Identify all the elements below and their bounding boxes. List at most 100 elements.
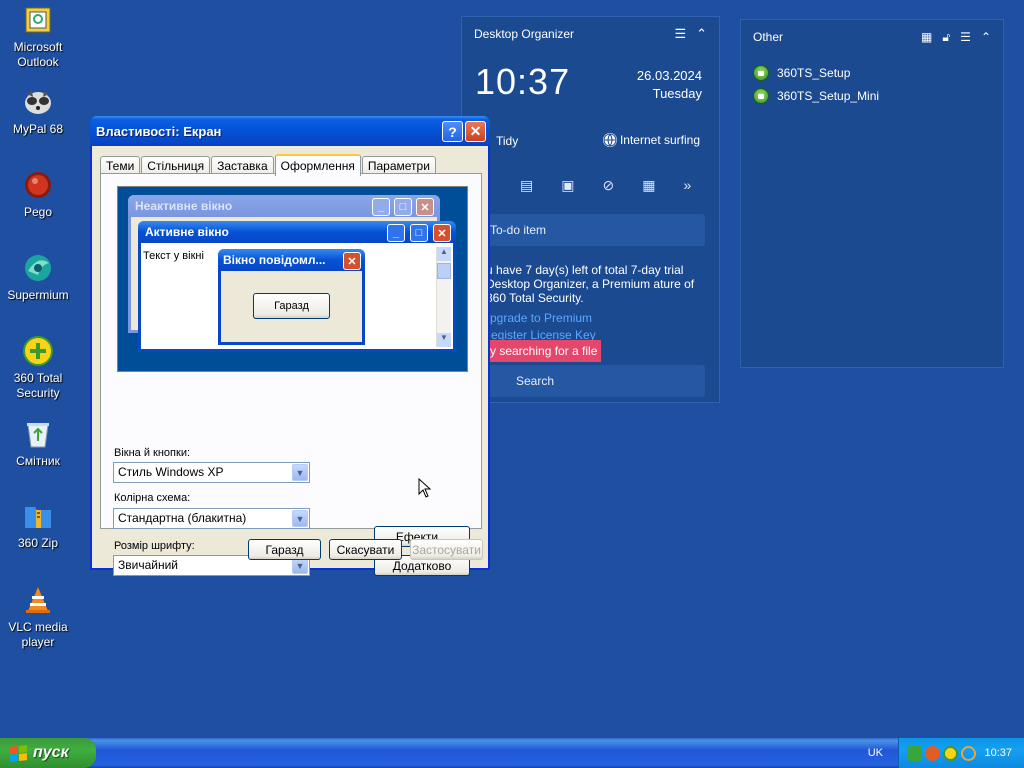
desktop-icon-supermium[interactable]: Supermium [0, 252, 76, 303]
preview-window-text: Текст у вікні [143, 250, 204, 262]
close-icon: ✕ [416, 198, 434, 216]
help-button[interactable]: ? [442, 121, 463, 142]
installer-icon [753, 65, 769, 81]
preview-msgbox-title: Вікно повідомл... [223, 253, 326, 267]
tray-search-icon[interactable] [961, 745, 976, 761]
windows-buttons-select[interactable]: Стиль Windows XP ▼ [113, 462, 310, 483]
desktop-icon-360-zip[interactable]: 360 Zip [0, 500, 76, 551]
organizer-header: Desktop Organizer ☰ ⌃ [462, 17, 719, 51]
close-icon: ✕ [433, 224, 451, 242]
display-properties-dialog: Властивості: Екран ? ✕ Теми Стільниця За… [90, 116, 490, 576]
tray-stop-icon[interactable] [925, 745, 940, 761]
minimize-icon: _ [387, 224, 405, 242]
minimize-icon: _ [372, 198, 390, 216]
other-file-list: 360TS_Setup 360TS_Setup_Mini [753, 65, 879, 111]
installer-icon [753, 88, 769, 104]
close-icon: ✕ [469, 123, 482, 139]
dialog-tabs: Теми Стільниця Заставка Оформлення Парам… [100, 153, 437, 176]
mypal-icon [22, 86, 54, 118]
hide-icon[interactable]: ⊘ [602, 177, 614, 194]
desktop-icon-label: Смітник [16, 454, 60, 468]
desktop-icon-pego[interactable]: Pego [0, 169, 76, 220]
search-placeholder: Search [516, 374, 555, 388]
color-scheme-select[interactable]: Стандартна (блакитна) ▼ [113, 508, 310, 529]
tab-appearance[interactable]: Оформлення [274, 154, 361, 176]
font-size-label: Розмір шрифту: [114, 540, 195, 552]
desktop-organizer-panel: Desktop Organizer ☰ ⌃ 10:37 26.03.2024 T… [461, 16, 720, 403]
desktop-icon-label: Microsoft Outlook [13, 40, 63, 69]
trial-text: u have 7 day(s) left of total 7-day tria… [486, 263, 695, 305]
grid-view-icon[interactable]: ▦ [921, 30, 932, 45]
dialog-title: Властивості: Екран [96, 123, 222, 139]
ok-button[interactable]: Гаразд [248, 539, 321, 560]
start-label: пуск [33, 744, 69, 761]
vlc-icon [22, 584, 54, 616]
desktop-icon-label: VLC media player [8, 620, 68, 649]
360-security-icon [22, 335, 54, 367]
tidy-button[interactable]: Tidy [496, 134, 518, 148]
apply-button[interactable]: Застосувати [410, 539, 483, 560]
collapse-chevron-icon[interactable]: ⌃ [981, 30, 991, 45]
color-scheme-value: Стандартна (блакитна) [118, 511, 247, 525]
desktop-icon-label: Pego [23, 205, 53, 219]
preview-message-box: Вікно повідомл... ✕ Гаразд [218, 249, 365, 345]
image-icon[interactable]: ▣ [561, 177, 574, 194]
todo-item[interactable]: To-do item [482, 214, 705, 246]
desktop-icon-outlook[interactable]: Microsoft Outlook [0, 4, 76, 70]
desktop-icon-recycle-bin[interactable]: Смітник [0, 418, 76, 469]
windows-buttons-label: Вікна й кнопки: [114, 447, 191, 459]
preview-inactive-title: Неактивне вікно [135, 199, 233, 213]
organizer-tools-row: ▤ ▣ ⊘ ▦ » [520, 177, 691, 194]
file-item[interactable]: 360TS_Setup [753, 65, 879, 81]
other-panel-header: Other ▦ 🔓︎ ☰ ⌃ [741, 20, 1003, 54]
mouse-cursor-icon [418, 477, 432, 501]
other-panel: Other ▦ 🔓︎ ☰ ⌃ 360TS_Setup 360TS_Setup_M… [740, 19, 1004, 368]
color-scheme-label: Колірна схема: [114, 492, 191, 504]
maximize-icon: □ [410, 224, 428, 242]
scroll-thumb [437, 263, 451, 279]
notes-icon[interactable]: ▤ [520, 177, 533, 194]
preview-scrollbar: ▲ ▼ [436, 247, 451, 347]
collapse-chevron-icon[interactable]: ⌃ [696, 26, 707, 42]
organizer-date: 26.03.2024 [636, 68, 702, 83]
more-chevron-icon[interactable]: » [683, 177, 691, 194]
preview-active-titlebar: Активне вікно _ □ ✕ [138, 221, 456, 243]
cancel-button[interactable]: Скасувати [329, 539, 402, 560]
file-item[interactable]: 360TS_Setup_Mini [753, 88, 879, 104]
organizer-search-field[interactable]: Search [482, 365, 705, 397]
menu-icon[interactable]: ☰ [674, 26, 686, 42]
close-icon: ✕ [343, 252, 361, 270]
scroll-up-icon: ▲ [437, 247, 451, 261]
calculator-icon[interactable]: ▦ [642, 177, 655, 194]
tray-360-icon[interactable] [943, 745, 958, 761]
file-label: 360TS_Setup [777, 66, 851, 80]
desktop-icon-mypal[interactable]: MyPal 68 [0, 86, 76, 137]
desktop-icon-label: 360 Zip [17, 536, 59, 550]
dialog-titlebar[interactable]: Властивості: Екран ? ✕ [90, 116, 490, 146]
menu-icon[interactable]: ☰ [960, 30, 971, 45]
start-button[interactable]: пуск [0, 738, 96, 768]
recycle-bin-icon [22, 418, 54, 450]
language-indicator[interactable]: UK [868, 747, 883, 759]
windows-flag-icon [10, 744, 27, 762]
maximize-icon: □ [394, 198, 412, 216]
desktop-icon-vlc[interactable]: VLC media player [0, 584, 76, 650]
taskbar-clock: 10:37 [984, 747, 1012, 759]
internet-surfing-label: Internet surfing [619, 133, 700, 147]
internet-surfing-button[interactable]: Internet surfing [602, 133, 700, 147]
appearance-preview: Неактивне вікно _ □ ✕ Активне вікно _ □ … [117, 186, 468, 372]
todo-label: To-do item [490, 223, 547, 237]
taskbar: пуск UK 10:37 [0, 738, 1024, 768]
preview-msgbox-titlebar: Вікно повідомл... ✕ [218, 249, 365, 271]
dropdown-arrow-icon: ▼ [292, 464, 308, 481]
tray-network-icon[interactable] [907, 745, 922, 761]
windows-buttons-value: Стиль Windows XP [118, 465, 224, 479]
pego-icon [22, 169, 54, 201]
system-tray: 10:37 [898, 738, 1024, 768]
desktop-icon-label: 360 Total Security [13, 371, 63, 400]
file-label: 360TS_Setup_Mini [777, 89, 880, 103]
upgrade-link[interactable]: pgrade to Premium [490, 311, 592, 325]
close-button[interactable]: ✕ [465, 121, 486, 142]
lock-icon[interactable]: 🔓︎ [942, 30, 950, 45]
desktop-icon-360-security[interactable]: 360 Total Security [0, 335, 76, 401]
